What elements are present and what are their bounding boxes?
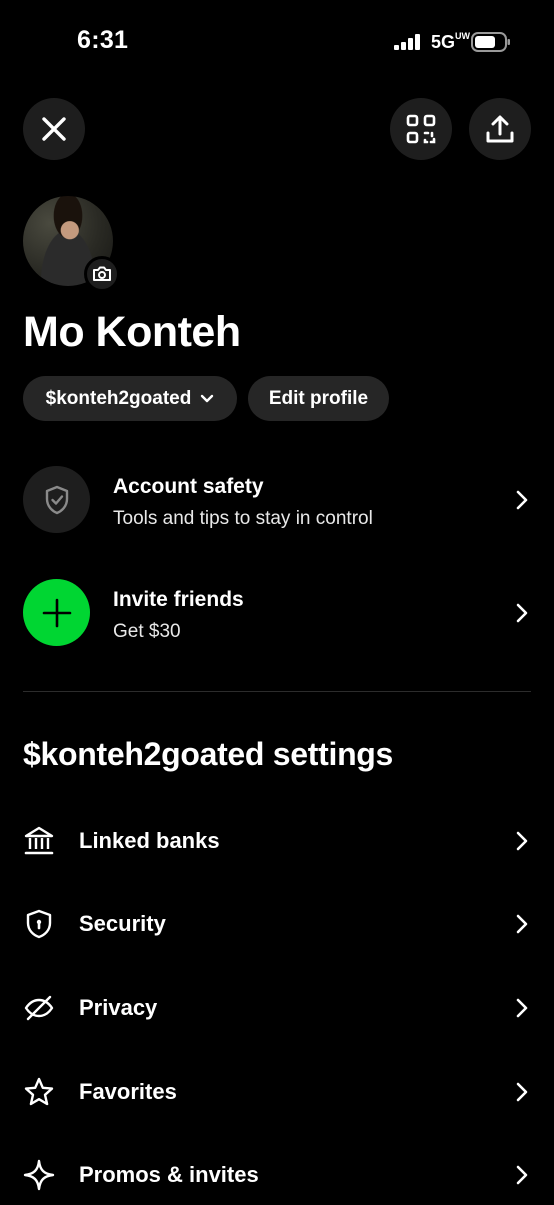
camera-icon: [93, 266, 111, 281]
eye-slash-icon: [23, 992, 55, 1029]
status-time: 6:31: [77, 26, 129, 54]
settings-item-label: Security: [79, 911, 166, 936]
cashtag-button[interactable]: $konteh2goated: [23, 376, 237, 421]
account-safety-row[interactable]: Account safety Tools and tips to stay in…: [0, 466, 554, 534]
share-button[interactable]: [469, 98, 531, 160]
edit-profile-button[interactable]: Edit profile: [248, 376, 389, 421]
change-photo-button[interactable]: [84, 256, 120, 292]
star-icon: [23, 1076, 55, 1113]
settings-item-label: Promos & invites: [79, 1162, 259, 1187]
chevron-right-icon: [516, 490, 528, 515]
chevron-right-icon: [516, 998, 528, 1023]
chevron-right-icon: [516, 914, 528, 939]
bank-icon: [23, 825, 55, 862]
shield-check-icon: [45, 485, 68, 514]
close-button[interactable]: [23, 98, 85, 160]
invite-friends-row[interactable]: Invite friends Get $30: [0, 579, 554, 647]
qr-scan-icon: [406, 114, 436, 144]
cashtag-label: $konteh2goated: [45, 387, 192, 409]
profile-name: Mo Konteh: [23, 308, 241, 356]
settings-item-label: Linked banks: [79, 828, 220, 853]
sparkle-icon: [23, 1159, 55, 1196]
settings-item-label: Favorites: [79, 1079, 177, 1104]
shield-icon: [23, 908, 55, 945]
settings-item-label: Privacy: [79, 995, 158, 1020]
invite-friends-title: Invite friends: [113, 588, 244, 611]
qr-scan-button[interactable]: [390, 98, 452, 160]
network-label: 5GUW: [431, 31, 471, 53]
chevron-right-icon: [516, 831, 528, 856]
account-safety-title: Account safety: [113, 475, 264, 498]
edit-profile-label: Edit profile: [268, 387, 369, 409]
account-safety-icon-wrap: [23, 466, 90, 533]
divider: [23, 691, 531, 692]
invite-friends-subtitle: Get $30: [113, 621, 181, 642]
chevron-right-icon: [516, 1165, 528, 1190]
account-safety-subtitle: Tools and tips to stay in control: [113, 508, 373, 529]
settings-heading: $konteh2goated settings: [23, 736, 394, 772]
settings-item-promos[interactable]: Promos & invites: [0, 1145, 554, 1205]
invite-friends-icon-wrap: [23, 579, 90, 646]
settings-item-linked-banks[interactable]: Linked banks: [0, 811, 554, 871]
signal-icon: [394, 34, 422, 55]
plus-icon: [42, 598, 71, 627]
share-icon: [486, 115, 514, 143]
chevron-right-icon: [516, 1082, 528, 1107]
settings-item-favorites[interactable]: Favorites: [0, 1062, 554, 1122]
settings-item-privacy[interactable]: Privacy: [0, 978, 554, 1038]
chevron-down-icon: [200, 394, 214, 404]
close-icon: [42, 117, 66, 141]
status-bar: 6:31 5GUW: [0, 0, 554, 86]
battery-icon: [471, 32, 511, 57]
settings-item-security[interactable]: Security: [0, 894, 554, 954]
chevron-right-icon: [516, 603, 528, 628]
